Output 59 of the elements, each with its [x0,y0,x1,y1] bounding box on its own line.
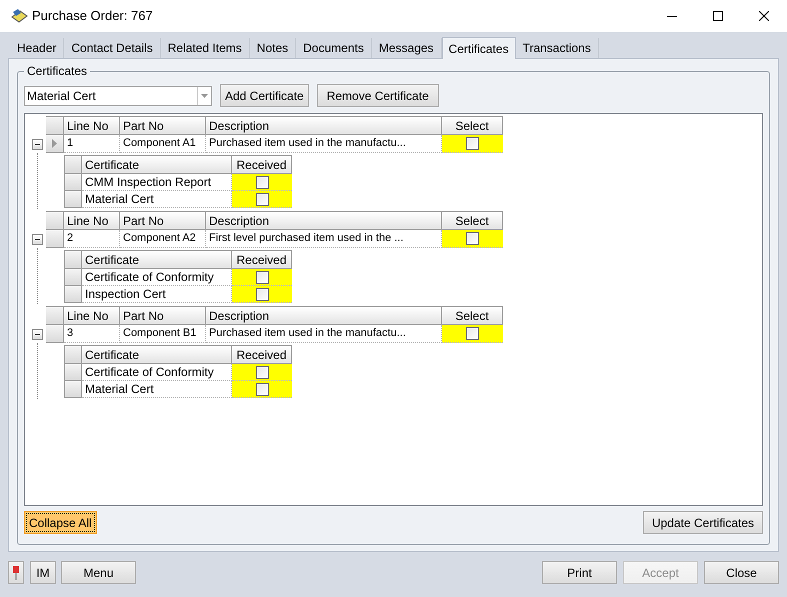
column-header[interactable]: Received [232,345,292,364]
table-cell: 3 [64,325,120,343]
column-header[interactable]: Select [442,211,503,230]
column-header[interactable]: Description [206,306,442,325]
received-checkbox[interactable] [256,270,268,284]
window-title: Purchase Order: 767 [32,7,153,26]
remove-certificate-button[interactable]: Remove Certificate [316,84,439,107]
column-header[interactable]: Part No [120,306,206,325]
row-header [64,250,82,269]
received-checkbox[interactable] [256,288,268,300]
column-header[interactable]: Description [206,116,442,135]
column-header[interactable]: Description [206,211,442,230]
row-header [46,116,64,135]
im-button[interactable]: IM [30,561,56,584]
pin-icon[interactable] [8,561,24,584]
column-header[interactable]: Line No [64,306,120,325]
received-checkbox[interactable] [256,176,268,188]
collapse-icon[interactable] [32,234,42,244]
add-certificate-button[interactable]: Add Certificate [220,84,309,107]
column-header[interactable]: Select [442,306,503,325]
column-header[interactable]: Line No [64,211,120,230]
dropdown-caret-icon[interactable] [197,86,211,104]
row-header [46,306,64,325]
column-header[interactable]: Line No [64,116,120,135]
column-header[interactable]: Certificate [82,345,232,364]
column-header[interactable]: Select [442,116,503,135]
row-header [46,211,64,230]
received-checkbox[interactable] [256,382,268,396]
column-header[interactable]: Certificate [82,155,232,174]
column-header[interactable]: Received [232,250,292,269]
collapse-icon[interactable] [32,328,42,340]
column-header[interactable]: Part No [120,116,206,135]
select-checkbox[interactable] [466,137,479,150]
footer-button[interactable]: Print [542,561,617,584]
column-header[interactable]: Certificate [82,250,232,269]
row-header [64,155,82,174]
footer-button[interactable]: Close [704,561,779,584]
select-checkbox[interactable] [466,232,479,245]
collapse-all-button[interactable]: Collapse All [24,511,97,534]
column-header[interactable]: Received [232,155,292,174]
tab[interactable]: Certificates [442,37,516,59]
close-icon[interactable] [759,11,769,21]
row-header [64,345,82,364]
table-cell: Component A1 [120,135,206,153]
column-header[interactable]: Part No [120,211,206,230]
table-cell: Component A2 [120,230,206,248]
group-title: Certificates [24,64,90,78]
received-checkbox[interactable] [256,192,268,206]
app-icon [10,8,28,24]
table-cell: 1 [64,135,120,153]
certificate-dropdown[interactable]: Material Cert [24,86,212,106]
update-certificates-button[interactable]: Update Certificates [642,511,763,534]
current-row-icon [52,139,57,148]
select-checkbox[interactable] [466,327,479,340]
menu-button[interactable]: Menu [61,561,136,584]
received-checkbox[interactable] [256,366,268,378]
collapse-icon[interactable] [32,138,42,150]
table-cell: 2 [64,230,120,248]
table-cell: Component B1 [120,325,206,343]
